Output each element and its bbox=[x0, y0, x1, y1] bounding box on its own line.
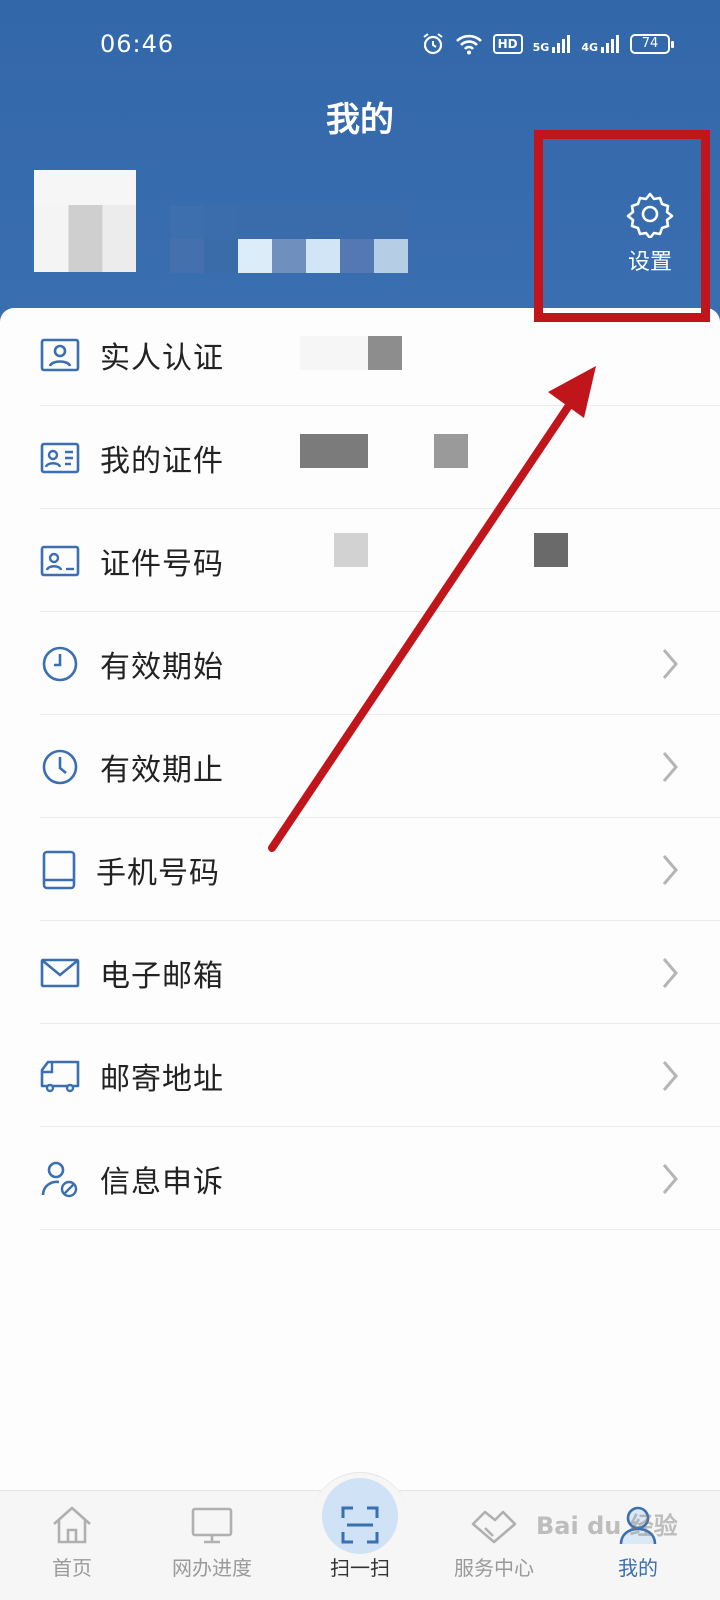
signal-5g-icon: 5G bbox=[533, 34, 572, 54]
chevron-right-icon bbox=[662, 1060, 678, 1091]
status-time: 06:46 bbox=[100, 30, 175, 58]
chevron-right-icon bbox=[662, 854, 678, 885]
menu-item-my-certificate[interactable]: 我的证件 bbox=[0, 406, 720, 509]
username-redacted bbox=[170, 205, 410, 273]
home-icon bbox=[53, 1506, 91, 1544]
user-appeal-icon bbox=[38, 1157, 82, 1201]
id-card-icon bbox=[38, 436, 82, 480]
menu-item-valid-from[interactable]: 有效期始 bbox=[0, 612, 720, 715]
hd-tag: HD bbox=[492, 34, 523, 54]
menu-label: 手机号码 bbox=[96, 855, 220, 891]
tab-home[interactable]: 首页 bbox=[0, 1490, 144, 1600]
battery-indicator: 74 bbox=[630, 34, 674, 54]
scan-icon bbox=[341, 1506, 379, 1544]
menu-label: 证件号码 bbox=[100, 546, 224, 582]
tab-scan[interactable]: 扫一扫 bbox=[288, 1490, 432, 1600]
status-icons: HD 5G 4G 74 bbox=[421, 28, 674, 60]
menu-item-certificate-number[interactable]: 证件号码 bbox=[0, 509, 720, 612]
redacted-value bbox=[334, 533, 368, 567]
menu-label: 有效期始 bbox=[100, 649, 224, 685]
wifi-icon bbox=[455, 34, 482, 55]
clock-end-icon bbox=[38, 745, 82, 789]
menu-label: 实人认证 bbox=[100, 340, 224, 376]
id-portrait-icon bbox=[38, 333, 82, 377]
menu-label: 邮寄地址 bbox=[100, 1061, 224, 1097]
tablet-icon bbox=[38, 848, 82, 892]
menu-label: 电子邮箱 bbox=[100, 958, 224, 994]
menu-item-valid-until[interactable]: 有效期止 bbox=[0, 715, 720, 818]
chevron-right-icon bbox=[662, 957, 678, 988]
menu-item-email[interactable]: 电子邮箱 bbox=[0, 921, 720, 1024]
annotation-highlight-box bbox=[534, 130, 710, 322]
redacted-value bbox=[368, 336, 402, 370]
menu-label: 有效期止 bbox=[100, 752, 224, 788]
clock-start-icon bbox=[38, 642, 82, 686]
tab-online-progress[interactable]: 网办进度 bbox=[140, 1490, 284, 1600]
truck-icon bbox=[38, 1054, 82, 1098]
mail-icon bbox=[38, 951, 82, 995]
menu-item-mailing-address[interactable]: 邮寄地址 bbox=[0, 1024, 720, 1127]
chevron-right-icon bbox=[662, 648, 678, 679]
watermark: Bai du 经验 bbox=[536, 1512, 678, 1540]
menu-label: 我的证件 bbox=[100, 443, 224, 479]
avatar[interactable] bbox=[34, 170, 136, 272]
chevron-right-icon bbox=[662, 751, 678, 782]
redacted-value bbox=[300, 434, 368, 468]
menu-label: 信息申诉 bbox=[100, 1164, 224, 1200]
chevron-right-icon bbox=[662, 1163, 678, 1194]
alarm-icon bbox=[423, 33, 443, 55]
signal-4g-icon: 4G bbox=[581, 34, 620, 54]
menu-item-phone-number[interactable]: 手机号码 bbox=[0, 818, 720, 921]
handshake-icon bbox=[471, 1510, 517, 1544]
status-bar: 06:46 HD 5G 4G 74 bbox=[0, 0, 720, 90]
menu-item-info-appeal[interactable]: 信息申诉 bbox=[0, 1127, 720, 1230]
monitor-icon bbox=[191, 1507, 233, 1544]
id-number-icon bbox=[38, 539, 82, 583]
